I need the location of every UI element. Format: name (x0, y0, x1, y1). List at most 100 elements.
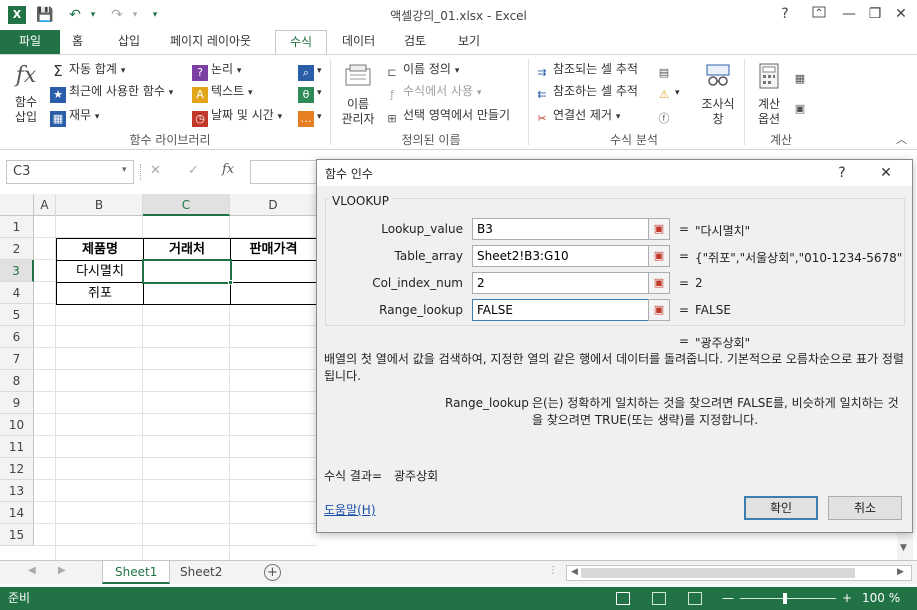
row-header[interactable]: 9 (0, 392, 34, 414)
row-header[interactable]: 2 (0, 238, 34, 260)
scroll-right-icon[interactable]: ▶ (897, 567, 904, 577)
sheet-tab-sheet1[interactable]: Sheet1 (102, 561, 171, 584)
name-box-dropdown-icon[interactable]: ▾ (122, 165, 127, 175)
create-from-selection-button[interactable]: ⊞ 선택 영역에서 만들기 (384, 105, 510, 125)
arg-input-col-index-num[interactable]: 2 (472, 272, 650, 294)
recent-functions-button[interactable]: ★ 최근에 사용한 함수 ▾ (50, 81, 173, 103)
row-header[interactable]: 3 (0, 260, 34, 282)
cell-b3[interactable]: 다시멸치 (56, 260, 144, 283)
tab-data[interactable]: 데이터 (332, 30, 385, 54)
sheet-tab-sheet2[interactable]: Sheet2 (168, 561, 234, 584)
text-button[interactable]: A 텍스트 ▾ (192, 81, 252, 103)
tab-file[interactable]: 파일 (0, 30, 60, 54)
calculate-sheet-button[interactable]: ▣ (792, 95, 811, 115)
tab-view[interactable]: 보기 (448, 30, 490, 54)
scroll-left-icon[interactable]: ◀ (571, 567, 578, 577)
column-header-a[interactable]: A (34, 194, 56, 216)
restore-button[interactable]: ❐ (862, 2, 888, 26)
row-header[interactable]: 4 (0, 282, 34, 304)
normal-view-icon[interactable] (616, 592, 630, 605)
more-functions-button[interactable]: … ▾ (298, 105, 322, 127)
row-header[interactable]: 15 (0, 524, 34, 546)
tab-home[interactable]: 홈 (62, 30, 93, 54)
column-header-b[interactable]: B (56, 194, 143, 216)
autosum-button[interactable]: Σ 자동 합계 ▾ (50, 59, 125, 79)
error-checking-button[interactable]: ⚠ ▾ (656, 81, 679, 101)
dialog-close-button[interactable]: ✕ (875, 162, 897, 184)
tab-page-layout[interactable]: 페이지 레이아웃 (160, 30, 261, 54)
collapse-dialog-icon[interactable]: ▣ (648, 218, 670, 240)
cell-c3-active[interactable] (142, 259, 232, 284)
cell-d3[interactable] (230, 260, 317, 283)
trace-dependents-button[interactable]: ⇇ 참조하는 셀 추적 (534, 81, 638, 101)
collapse-ribbon-icon[interactable]: ︿ (896, 131, 907, 147)
row-header[interactable]: 1 (0, 216, 34, 238)
tab-formulas[interactable]: 수식 (275, 30, 327, 54)
use-in-formula-button[interactable]: ƒ 수식에서 사용 ▾ (384, 81, 481, 101)
scrollbar-thumb[interactable] (581, 568, 855, 578)
trace-precedents-button[interactable]: ⇉ 참조되는 셀 추적 (534, 59, 638, 79)
row-header[interactable]: 12 (0, 458, 34, 480)
calculation-options-button[interactable]: 계산 옵션 (750, 63, 788, 127)
name-box[interactable]: C3 (6, 160, 134, 184)
evaluate-formula-button[interactable]: ⓕ (656, 105, 675, 125)
row-header[interactable]: 14 (0, 502, 34, 524)
row-header[interactable]: 10 (0, 414, 34, 436)
insert-function-button[interactable]: fx 함수 삽입 (6, 61, 46, 125)
dialog-help-button[interactable]: ? (831, 162, 853, 184)
hscroll-split-icon[interactable]: ⋮ (548, 565, 558, 576)
tab-insert[interactable]: 삽입 (108, 30, 150, 54)
lookup-reference-button[interactable]: ⌕ ▾ (298, 59, 322, 81)
cell-d4[interactable] (230, 282, 317, 305)
arg-input-range-lookup[interactable]: FALSE (472, 299, 650, 321)
help-link[interactable]: 도움말(H) (324, 501, 376, 518)
math-trig-button[interactable]: θ ▾ (298, 81, 322, 103)
close-window-button[interactable]: ✕ (888, 2, 914, 26)
arg-input-lookup-value[interactable]: B3 (472, 218, 650, 240)
cell-c4[interactable] (143, 282, 231, 305)
zoom-out-icon[interactable]: — (722, 587, 734, 610)
ok-button[interactable]: 확인 (744, 496, 818, 520)
page-break-view-icon[interactable] (688, 592, 702, 605)
collapse-dialog-icon[interactable]: ▣ (648, 272, 670, 294)
collapse-dialog-icon[interactable]: ▣ (648, 299, 670, 321)
scroll-down-icon[interactable]: ▼ (900, 543, 907, 553)
column-header-c[interactable]: C (143, 194, 230, 216)
minimize-button[interactable]: — (836, 2, 862, 26)
vertical-scrollbar[interactable]: ▼ (897, 533, 913, 560)
row-header[interactable]: 7 (0, 348, 34, 370)
zoom-level[interactable]: 100 % (862, 587, 900, 610)
tab-review[interactable]: 검토 (394, 30, 436, 54)
zoom-in-icon[interactable]: + (842, 587, 852, 610)
logical-button[interactable]: ? 논리 ▾ (192, 59, 241, 81)
select-all-corner[interactable] (0, 194, 34, 216)
cancel-entry-icon[interactable]: ✕ (150, 163, 161, 178)
cell-c2[interactable]: 거래처 (143, 238, 231, 261)
row-header[interactable]: 11 (0, 436, 34, 458)
row-header[interactable]: 6 (0, 326, 34, 348)
row-header[interactable]: 8 (0, 370, 34, 392)
watch-window-button[interactable]: 조사식 창 (698, 63, 738, 127)
define-name-button[interactable]: ⊏ 이름 정의 ▾ (384, 59, 459, 79)
name-manager-button[interactable]: 이름 관리자 (336, 63, 380, 127)
cell-b4[interactable]: 쥐포 (56, 282, 144, 305)
cancel-button[interactable]: 취소 (828, 496, 902, 520)
cell-d2[interactable]: 판매가격 (230, 238, 317, 261)
next-sheet-icon[interactable]: ▶ (58, 565, 66, 576)
formula-input[interactable] (250, 160, 320, 184)
ribbon-display-icon[interactable] (806, 2, 832, 26)
arg-input-table-array[interactable]: Sheet2!B3:G10 (472, 245, 650, 267)
enter-entry-icon[interactable]: ✓ (188, 163, 199, 178)
column-header-d[interactable]: D (230, 194, 317, 216)
show-formulas-button[interactable]: ▤ (656, 59, 675, 79)
remove-arrows-button[interactable]: ✂ 연결선 제거 ▾ (534, 105, 620, 125)
help-button[interactable]: ? (772, 2, 798, 26)
row-header[interactable]: 5 (0, 304, 34, 326)
datetime-button[interactable]: ◷ 날짜 및 시간 ▾ (192, 105, 282, 127)
add-sheet-icon[interactable]: + (264, 564, 281, 581)
collapse-dialog-icon[interactable]: ▣ (648, 245, 670, 267)
prev-sheet-icon[interactable]: ◀ (28, 565, 36, 576)
row-header[interactable]: 13 (0, 480, 34, 502)
financial-button[interactable]: ▦ 재무 ▾ (50, 105, 99, 127)
calculate-now-button[interactable]: ▦ (792, 65, 811, 85)
